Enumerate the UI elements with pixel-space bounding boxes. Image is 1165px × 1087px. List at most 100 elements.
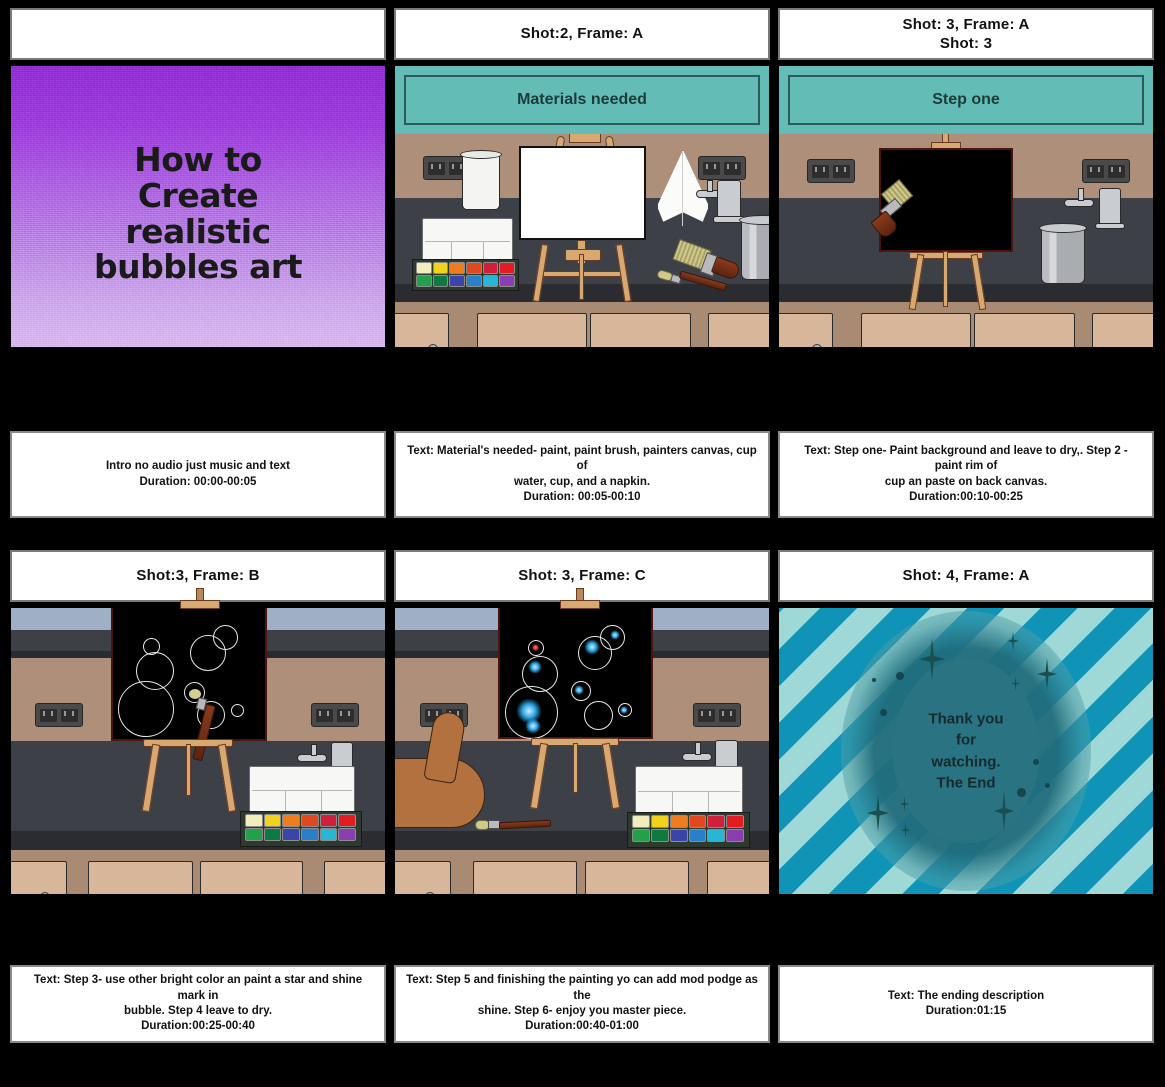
cell-3-header[interactable]: Shot: 3, Frame: A Shot: 3: [778, 8, 1154, 60]
thanks-line-1: Thank you: [928, 710, 1004, 728]
storyboard-cell-2[interactable]: Shot:2, Frame: A Materials needed Text: …: [394, 8, 770, 518]
paint-pan: [688, 815, 707, 828]
cell-1-scene[interactable]: How to Create realistic bubbles art: [10, 65, 386, 348]
paint-pan: [449, 262, 465, 274]
decor-dot: [1017, 788, 1026, 797]
caption-line-2: water, cup, and a napkin.: [513, 475, 651, 488]
cabinet-door: [395, 861, 451, 894]
paint-pan: [282, 814, 300, 827]
palette-lid-divider: [451, 241, 453, 261]
cell-3-caption-text: Text: Step one- Paint background and lea…: [790, 444, 1142, 505]
cell-1-caption-text: Intro no audio just music and text Durat…: [106, 459, 290, 490]
cell-2-caption[interactable]: Text: Material's needed- paint, paint br…: [394, 431, 770, 518]
decor-dot: [880, 709, 887, 716]
caption-line-1: Text: Step one- Paint background and lea…: [804, 444, 1128, 473]
faucet-handle: [311, 744, 317, 756]
shine-sparkle: [525, 718, 541, 734]
cell-6-caption-box[interactable]: Text: The ending description Duration:01…: [778, 965, 1154, 1043]
cabinet-door: [200, 861, 303, 894]
cell-2-header[interactable]: Shot:2, Frame: A: [394, 8, 770, 60]
cell-5-header-line1: Shot: 3, Frame: C: [518, 567, 646, 585]
paint-pan: [300, 828, 319, 841]
paint-pan: [499, 275, 515, 287]
palette-lid-divider: [672, 791, 674, 813]
easel-finial-bar: [180, 600, 220, 609]
cell-6-header[interactable]: Shot: 4, Frame: A: [778, 550, 1154, 602]
cell-3-caption[interactable]: Text: Step one- Paint background and lea…: [778, 431, 1154, 518]
paint-pan: [669, 815, 688, 828]
paint-pan: [449, 275, 465, 287]
caption-line-3: Duration:00:10-00:25: [909, 490, 1023, 503]
cell-4-caption-box[interactable]: Text: Step 3- use other bright color an …: [10, 965, 386, 1043]
caption-line-1: Text: Step 3- use other bright color an …: [33, 974, 363, 1002]
outlet-socket: [316, 708, 333, 722]
caption-line-1: Text: Material's needed- paint, paint br…: [407, 444, 757, 473]
cell-5-scene[interactable]: [394, 607, 770, 895]
outlet-socket: [40, 708, 57, 722]
shine-sparkle: [610, 630, 620, 640]
wall-outlet-icon: [1082, 159, 1130, 183]
storyboard-canvas: How to Create realistic bubbles art Intr…: [0, 0, 1165, 1087]
cabinet-door: [324, 861, 385, 894]
caption-line-3: Duration:00:25-00:40: [141, 1020, 255, 1033]
palette-lid: [422, 218, 513, 262]
paint-pan: [432, 262, 449, 274]
paint-pan: [432, 275, 449, 287]
title-line-4: bubbles art: [93, 247, 303, 287]
paint-pan: [319, 814, 338, 827]
cabinet-door: [1092, 313, 1153, 347]
faucet-foot: [1095, 223, 1125, 229]
palette-lid-divider: [425, 241, 510, 243]
decor-dot: [896, 672, 904, 680]
shine-sparkle: [528, 660, 542, 674]
wall-outlet-icon: [311, 703, 359, 727]
caption-line-2: shine. Step 6- enjoy you master piece.: [477, 1005, 687, 1017]
title-line-2: Create: [137, 175, 259, 215]
caption-line-2: Duration:01:15: [925, 1005, 1007, 1017]
cell-4-header-line1: Shot:3, Frame: B: [136, 567, 260, 585]
paint-pan: [632, 815, 650, 828]
cell-2-scene[interactable]: Materials needed: [394, 65, 770, 348]
storyboard-cell-3[interactable]: Shot: 3, Frame: A Shot: 3 Step one Text:…: [778, 8, 1154, 518]
bubble-outline: [136, 652, 174, 690]
cell-5-caption-text: Text: Step 5 and finishing the painting …: [406, 973, 758, 1034]
outlet-socket: [833, 164, 850, 178]
paint-pan: [282, 828, 300, 841]
paint-pan: [263, 828, 282, 841]
purple-gradient-background: How to Create realistic bubbles art: [11, 66, 385, 347]
cell-3-banner-text: Step one: [932, 91, 1000, 108]
bubble-outline: [231, 704, 244, 717]
decor-dot: [1033, 759, 1039, 765]
cell-1-caption[interactable]: Intro no audio just music and text Durat…: [10, 431, 386, 518]
paint-pan: [669, 829, 688, 842]
shine-sparkle: [620, 706, 628, 714]
paint-pan-grid: [632, 815, 744, 842]
storyboard-cell-1[interactable]: How to Create realistic bubbles art Intr…: [10, 8, 386, 518]
cabinet-door: [861, 313, 971, 347]
cell-2-header-line1: Shot:2, Frame: A: [520, 25, 644, 43]
shine-sparkle: [584, 639, 600, 655]
cell-1-header[interactable]: [10, 8, 386, 60]
cell-6-header-text: Shot: 4, Frame: A: [902, 566, 1029, 585]
cell-5-caption-box[interactable]: Text: Step 5 and finishing the painting …: [394, 965, 770, 1043]
wall-outlet-icon: [807, 159, 855, 183]
palette-lid-divider: [285, 790, 287, 812]
paint-pan: [632, 829, 650, 842]
cell-6-scene[interactable]: Thank you for watching. The End: [778, 607, 1154, 895]
cell-2-banner: Materials needed: [395, 66, 769, 134]
cabinet-knob-icon: [428, 344, 438, 347]
cell-4-header-text: Shot:3, Frame: B: [136, 566, 259, 585]
paint-pan: [338, 828, 356, 841]
faucet-base: [717, 180, 741, 218]
paint-pan: [707, 815, 726, 828]
cell-2-banner-text: Materials needed: [517, 91, 647, 108]
cell-3-scene[interactable]: Step one: [778, 65, 1154, 348]
cabinet-knob-icon: [812, 344, 822, 347]
thanks-line-3: watching.: [931, 753, 1001, 770]
thanks-line-4: The End: [936, 774, 996, 792]
cell-4-scene[interactable]: [10, 607, 386, 895]
bubbles-painting-canvas: [111, 608, 267, 741]
paint-pan: [726, 815, 744, 828]
caption-line-3: Duration:00:40-01:00: [525, 1020, 639, 1033]
palette-lid-divider: [321, 790, 323, 812]
